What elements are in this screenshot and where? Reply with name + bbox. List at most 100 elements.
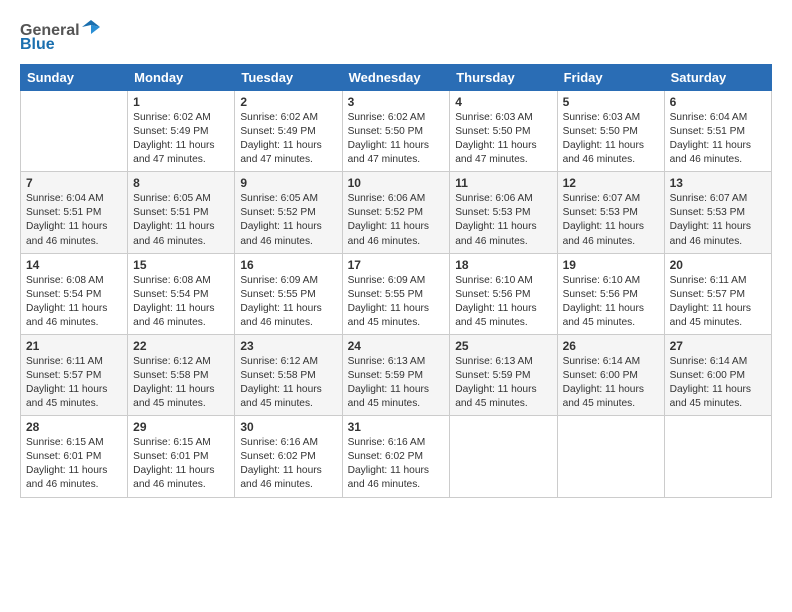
cell-content: Sunrise: 6:02 AMSunset: 5:49 PMDaylight:… <box>133 111 229 167</box>
cell-content: Sunrise: 6:15 AMSunset: 6:01 PMDaylight:… <box>133 436 229 492</box>
calendar-cell <box>557 416 664 497</box>
cell-content: Sunrise: 6:06 AMSunset: 5:53 PMDaylight:… <box>455 192 551 248</box>
calendar-cell: 29 Sunrise: 6:15 AMSunset: 6:01 PMDayligh… <box>128 416 235 497</box>
calendar-cell: 31Sunrise: 6:16 AMSunset: 6:02 PMDayligh… <box>342 416 450 497</box>
cell-content: Sunrise: 6:02 AMSunset: 5:49 PMDaylight:… <box>240 111 336 167</box>
day-number: 8 <box>133 176 229 190</box>
calendar-header-saturday: Saturday <box>664 65 771 91</box>
page: General Blue SundayMondayTuesdayWednesda… <box>0 0 792 612</box>
cell-content: Sunrise: 6:16 AMSunset: 6:02 PMDaylight:… <box>240 436 336 492</box>
calendar-header-sunday: Sunday <box>21 65 128 91</box>
day-number: 28 <box>26 420 122 434</box>
calendar-cell: 5 Sunrise: 6:03 AMSunset: 5:50 PMDaylight… <box>557 91 664 172</box>
day-number: 29 <box>133 420 229 434</box>
calendar-cell: 25 Sunrise: 6:13 AMSunset: 5:59 PMDayligh… <box>450 334 557 415</box>
calendar-header-friday: Friday <box>557 65 664 91</box>
calendar-cell <box>450 416 557 497</box>
cell-content: Sunrise: 6:16 AMSunset: 6:02 PMDaylight:… <box>348 436 445 492</box>
day-number: 11 <box>455 176 551 190</box>
calendar-week-row: 1 Sunrise: 6:02 AMSunset: 5:49 PMDaylight… <box>21 91 772 172</box>
calendar-cell: 10Sunrise: 6:06 AMSunset: 5:52 PMDayligh… <box>342 172 450 253</box>
calendar-cell: 19 Sunrise: 6:10 AMSunset: 5:56 PMDayligh… <box>557 253 664 334</box>
day-number: 26 <box>563 339 659 353</box>
cell-content: Sunrise: 6:06 AMSunset: 5:52 PMDaylight:… <box>348 192 445 248</box>
day-number: 9 <box>240 176 336 190</box>
day-number: 14 <box>26 258 122 272</box>
day-number: 13 <box>670 176 766 190</box>
calendar-cell <box>664 416 771 497</box>
calendar-cell: 7 Sunrise: 6:04 AMSunset: 5:51 PMDaylight… <box>21 172 128 253</box>
day-number: 19 <box>563 258 659 272</box>
calendar-cell: 23 Sunrise: 6:12 AMSunset: 5:58 PMDayligh… <box>235 334 342 415</box>
day-number: 7 <box>26 176 122 190</box>
calendar-cell: 3Sunrise: 6:02 AMSunset: 5:50 PMDaylight… <box>342 91 450 172</box>
cell-content: Sunrise: 6:07 AMSunset: 5:53 PMDaylight:… <box>670 192 766 248</box>
calendar-cell: 11 Sunrise: 6:06 AMSunset: 5:53 PMDayligh… <box>450 172 557 253</box>
cell-content: Sunrise: 6:11 AMSunset: 5:57 PMDaylight:… <box>26 355 122 411</box>
cell-content: Sunrise: 6:09 AMSunset: 5:55 PMDaylight:… <box>348 274 445 330</box>
calendar-cell: 1 Sunrise: 6:02 AMSunset: 5:49 PMDaylight… <box>128 91 235 172</box>
calendar-cell: 9 Sunrise: 6:05 AMSunset: 5:52 PMDaylight… <box>235 172 342 253</box>
day-number: 2 <box>240 95 336 109</box>
day-number: 4 <box>455 95 551 109</box>
day-number: 27 <box>670 339 766 353</box>
calendar-cell: 27 Sunrise: 6:14 AMSunset: 6:00 PMDayligh… <box>664 334 771 415</box>
day-number: 5 <box>563 95 659 109</box>
day-number: 6 <box>670 95 766 109</box>
calendar-cell: 26 Sunrise: 6:14 AMSunset: 6:00 PMDayligh… <box>557 334 664 415</box>
cell-content: Sunrise: 6:08 AMSunset: 5:54 PMDaylight:… <box>133 274 229 330</box>
cell-content: Sunrise: 6:14 AMSunset: 6:00 PMDaylight:… <box>670 355 766 411</box>
cell-content: Sunrise: 6:11 AMSunset: 5:57 PMDaylight:… <box>670 274 766 330</box>
calendar-week-row: 28 Sunrise: 6:15 AMSunset: 6:01 PMDayligh… <box>21 416 772 497</box>
cell-content: Sunrise: 6:07 AMSunset: 5:53 PMDaylight:… <box>563 192 659 248</box>
calendar-cell: 21 Sunrise: 6:11 AMSunset: 5:57 PMDayligh… <box>21 334 128 415</box>
day-number: 21 <box>26 339 122 353</box>
cell-content: Sunrise: 6:12 AMSunset: 5:58 PMDaylight:… <box>240 355 336 411</box>
day-number: 16 <box>240 258 336 272</box>
day-number: 1 <box>133 95 229 109</box>
calendar-cell: 16 Sunrise: 6:09 AMSunset: 5:55 PMDayligh… <box>235 253 342 334</box>
cell-content: Sunrise: 6:12 AMSunset: 5:58 PMDaylight:… <box>133 355 229 411</box>
calendar-header-row: SundayMondayTuesdayWednesdayThursdayFrid… <box>21 65 772 91</box>
calendar-cell: 6Sunrise: 6:04 AMSunset: 5:51 PMDaylight… <box>664 91 771 172</box>
day-number: 18 <box>455 258 551 272</box>
logo-blue-text: Blue <box>20 36 55 54</box>
day-number: 15 <box>133 258 229 272</box>
calendar-cell <box>21 91 128 172</box>
cell-content: Sunrise: 6:13 AMSunset: 5:59 PMDaylight:… <box>455 355 551 411</box>
cell-content: Sunrise: 6:05 AMSunset: 5:52 PMDaylight:… <box>240 192 336 248</box>
day-number: 25 <box>455 339 551 353</box>
calendar-cell: 22 Sunrise: 6:12 AMSunset: 5:58 PMDayligh… <box>128 334 235 415</box>
cell-content: Sunrise: 6:03 AMSunset: 5:50 PMDaylight:… <box>563 111 659 167</box>
header: General Blue <box>20 18 772 54</box>
calendar-week-row: 14 Sunrise: 6:08 AMSunset: 5:54 PMDayligh… <box>21 253 772 334</box>
calendar-cell: 14Sunrise: 6:08 AMSunset: 5:54 PMDayligh… <box>21 253 128 334</box>
calendar-week-row: 7 Sunrise: 6:04 AMSunset: 5:51 PMDaylight… <box>21 172 772 253</box>
calendar-header-monday: Monday <box>128 65 235 91</box>
cell-content: Sunrise: 6:04 AMSunset: 5:51 PMDaylight:… <box>26 192 122 248</box>
calendar-header-tuesday: Tuesday <box>235 65 342 91</box>
calendar-cell: 20 Sunrise: 6:11 AMSunset: 5:57 PMDayligh… <box>664 253 771 334</box>
calendar-cell: 15 Sunrise: 6:08 AMSunset: 5:54 PMDayligh… <box>128 253 235 334</box>
day-number: 24 <box>348 339 445 353</box>
cell-content: Sunrise: 6:10 AMSunset: 5:56 PMDaylight:… <box>563 274 659 330</box>
calendar-cell: 30Sunrise: 6:16 AMSunset: 6:02 PMDayligh… <box>235 416 342 497</box>
calendar-cell: 4Sunrise: 6:03 AMSunset: 5:50 PMDaylight… <box>450 91 557 172</box>
day-number: 20 <box>670 258 766 272</box>
day-number: 23 <box>240 339 336 353</box>
calendar-cell: 2 Sunrise: 6:02 AMSunset: 5:49 PMDaylight… <box>235 91 342 172</box>
calendar-header-thursday: Thursday <box>450 65 557 91</box>
day-number: 22 <box>133 339 229 353</box>
cell-content: Sunrise: 6:14 AMSunset: 6:00 PMDaylight:… <box>563 355 659 411</box>
cell-content: Sunrise: 6:13 AMSunset: 5:59 PMDaylight:… <box>348 355 445 411</box>
calendar-cell: 18Sunrise: 6:10 AMSunset: 5:56 PMDayligh… <box>450 253 557 334</box>
day-number: 17 <box>348 258 445 272</box>
calendar-week-row: 21 Sunrise: 6:11 AMSunset: 5:57 PMDayligh… <box>21 334 772 415</box>
cell-content: Sunrise: 6:09 AMSunset: 5:55 PMDaylight:… <box>240 274 336 330</box>
calendar-cell: 24 Sunrise: 6:13 AMSunset: 5:59 PMDayligh… <box>342 334 450 415</box>
cell-content: Sunrise: 6:02 AMSunset: 5:50 PMDaylight:… <box>348 111 445 167</box>
calendar-cell: 13 Sunrise: 6:07 AMSunset: 5:53 PMDayligh… <box>664 172 771 253</box>
cell-content: Sunrise: 6:05 AMSunset: 5:51 PMDaylight:… <box>133 192 229 248</box>
logo: General Blue <box>20 18 100 54</box>
calendar-cell: 12Sunrise: 6:07 AMSunset: 5:53 PMDayligh… <box>557 172 664 253</box>
